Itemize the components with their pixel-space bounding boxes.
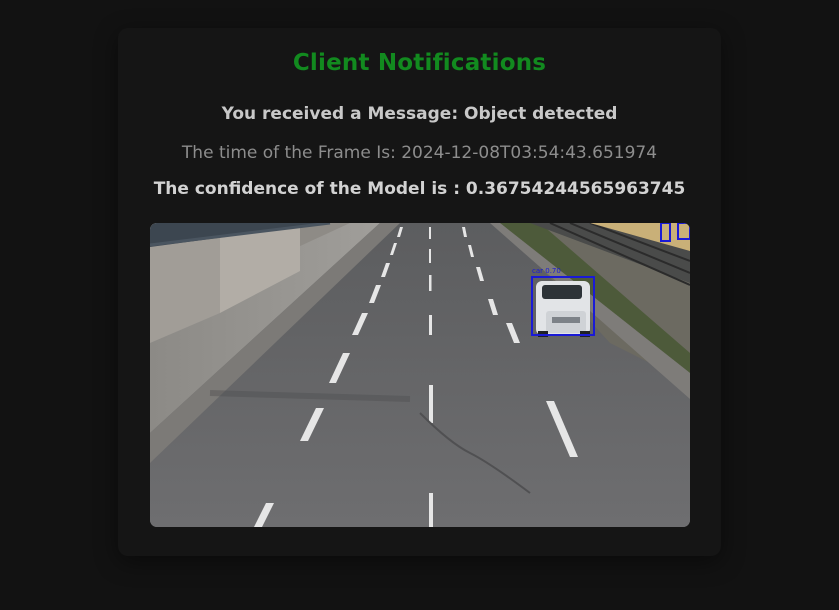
message-text: You received a Message: Object detected xyxy=(221,104,618,124)
detection-label: car 0.70 xyxy=(532,267,561,275)
highway-scene: car 0.70 xyxy=(150,223,690,527)
frame-timestamp: The time of the Frame Is: 2024-12-08T03:… xyxy=(181,143,658,163)
page-title: Client Notifications xyxy=(292,50,547,76)
detection-frame-image: car 0.70 xyxy=(150,223,690,527)
model-confidence: The confidence of the Model is : 0.36754… xyxy=(153,179,686,199)
detected-car xyxy=(536,281,590,337)
